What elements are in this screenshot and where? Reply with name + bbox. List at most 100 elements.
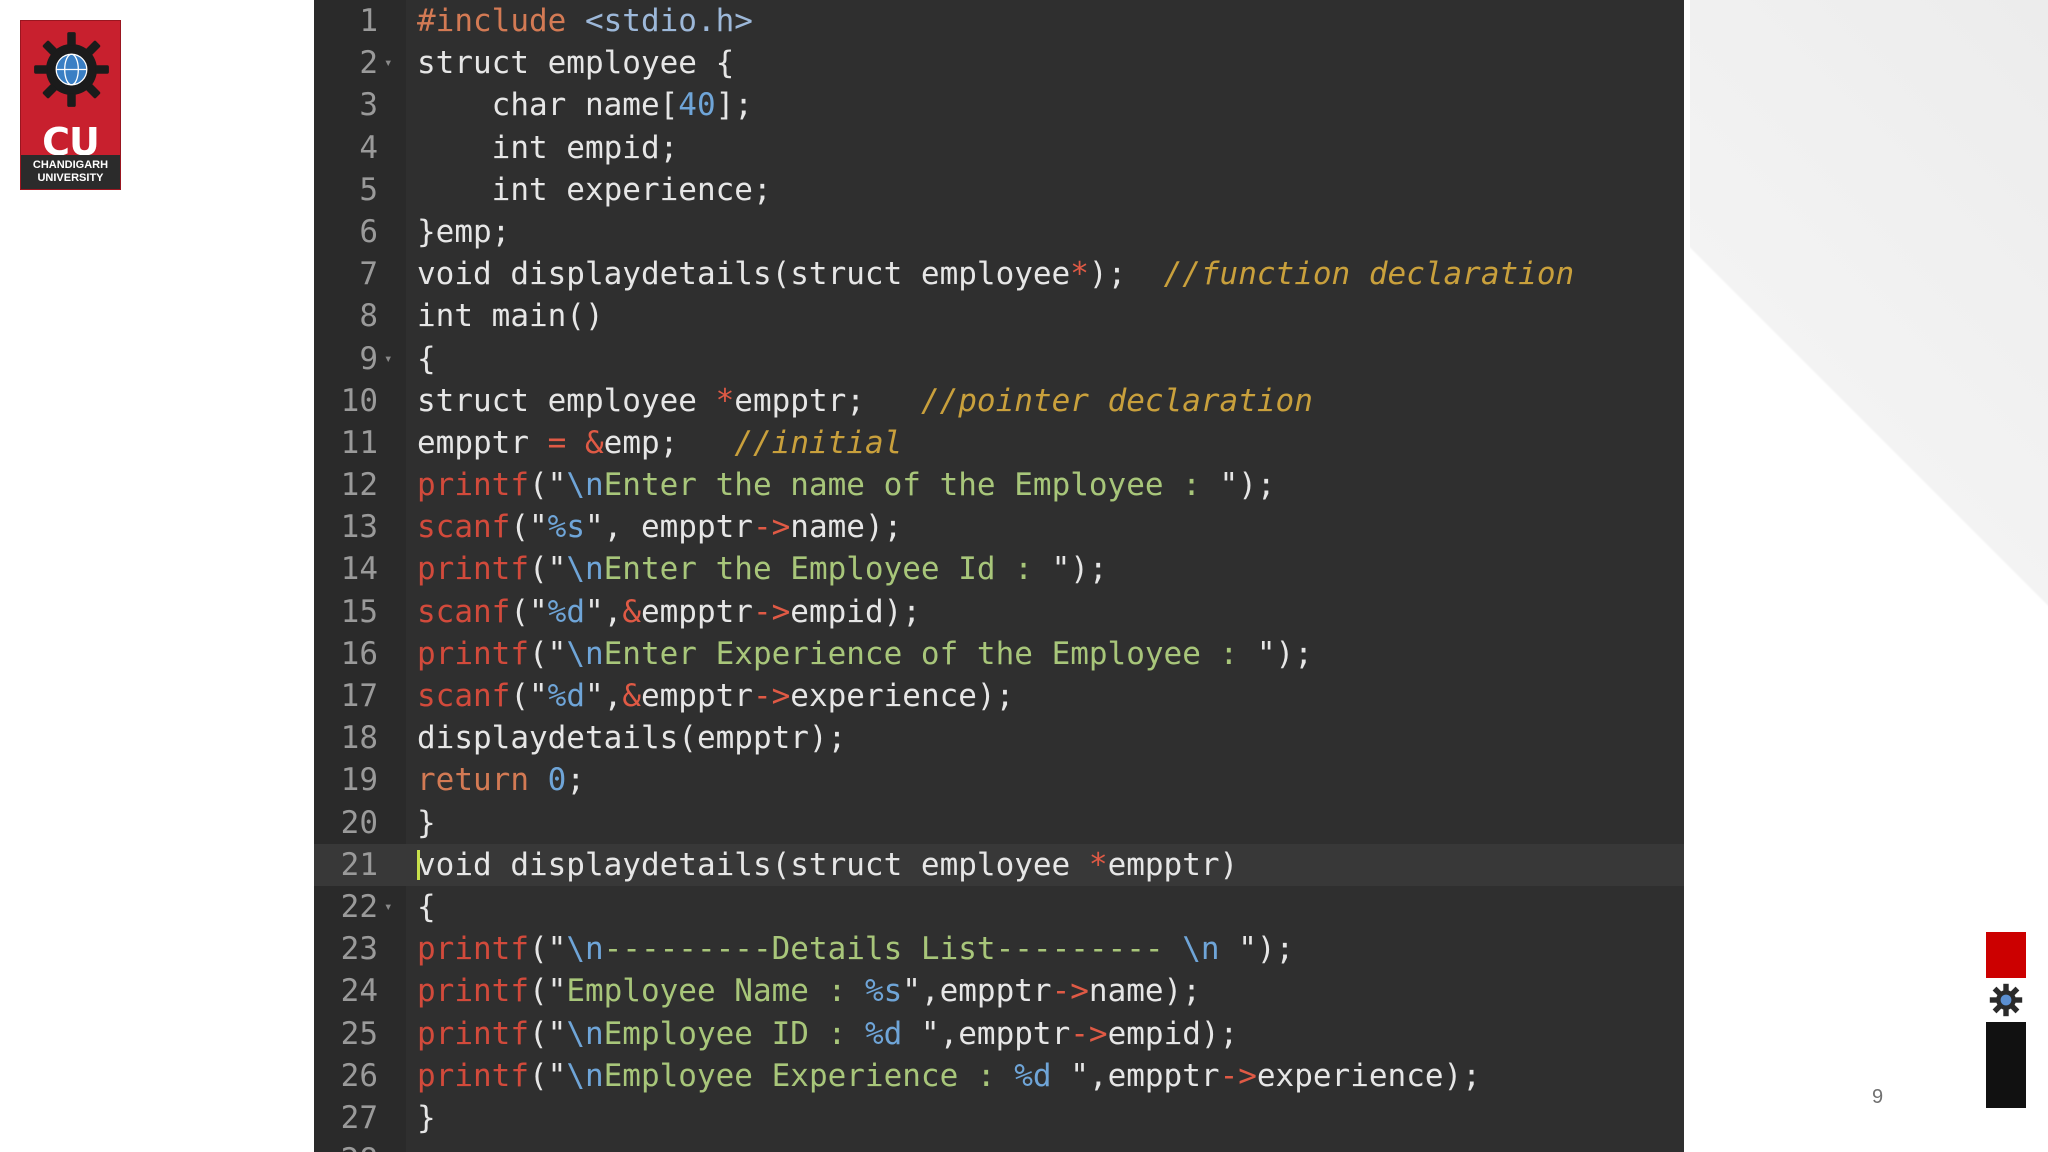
code-token: &	[622, 593, 641, 630]
fold-arrow-icon[interactable]: ▾	[384, 886, 392, 928]
code-token: char name[	[417, 87, 679, 124]
code-line-28[interactable]: 28	[314, 1139, 1684, 1152]
code-text: struct employee *empptr; //pointer decla…	[417, 380, 1313, 422]
code-token: void displaydetails(struct employee	[417, 846, 1089, 883]
code-line-17[interactable]: 17 scanf("%d",&empptr->experience);	[314, 675, 1684, 717]
code-token: Enter the Employee Id :	[603, 551, 1052, 588]
code-token: *	[1088, 846, 1108, 883]
code-line-18[interactable]: 18 displaydetails(empptr);	[314, 717, 1684, 759]
code-line-26[interactable]: 26 printf("\nEmployee Experience : %d ",e…	[314, 1055, 1684, 1097]
code-token: %s	[547, 509, 585, 546]
line-number: 1	[359, 3, 378, 39]
code-text: int experience;	[417, 169, 772, 211]
code-token: empptr)	[1107, 846, 1239, 883]
code-token: int empid;	[417, 129, 679, 166]
code-token: printf	[417, 551, 529, 588]
line-number: 2	[359, 45, 378, 82]
code-line-5[interactable]: 5 int experience;	[314, 169, 1684, 211]
code-text: void displaydetails(struct employee*); /…	[417, 253, 1574, 295]
code-token: empptr	[640, 678, 753, 714]
code-line-12[interactable]: 12 printf("\nEnter the name of the Employ…	[314, 464, 1684, 506]
fold-arrow-icon[interactable]: ▾	[384, 338, 392, 380]
code-token: struct employee {	[417, 45, 735, 82]
code-token: 40	[678, 87, 716, 124]
code-token: empptr	[417, 424, 548, 461]
text-cursor	[417, 849, 420, 880]
line-number: 21	[340, 846, 378, 883]
line-number: 28	[314, 1139, 378, 1152]
code-token: ("	[528, 1015, 567, 1052]
code-token: &	[622, 678, 641, 714]
code-text: int empid;	[417, 127, 679, 169]
line-number: 11	[340, 424, 378, 461]
code-text: {	[417, 338, 436, 380]
code-line-19[interactable]: 19 return 0;	[314, 759, 1684, 801]
code-line-22[interactable]: 22 ▾ {	[314, 886, 1684, 928]
gear-globe-logo-icon	[34, 32, 109, 107]
code-token: *	[1070, 256, 1089, 293]
code-token: %d	[864, 1015, 903, 1052]
code-token: printf	[417, 931, 529, 968]
code-line-27[interactable]: 27}	[314, 1097, 1684, 1139]
code-line-4[interactable]: 4 int empid;	[314, 127, 1684, 169]
code-token: 0	[547, 762, 567, 799]
code-token: empptr	[640, 593, 753, 630]
code-line-9[interactable]: 9 ▾ {	[314, 338, 1684, 380]
code-token: %s	[864, 973, 903, 1010]
code-token: ");	[1219, 467, 1276, 504]
code-token: Employee ID :	[603, 1015, 865, 1052]
code-token: {	[417, 888, 436, 925]
code-token: ->	[1051, 973, 1089, 1010]
code-token: Enter the name of the Employee :	[603, 467, 1220, 504]
code-line-6[interactable]: 6}emp;	[314, 211, 1684, 253]
code-token: ("	[528, 635, 567, 672]
line-number: 12	[340, 467, 378, 504]
code-line-20[interactable]: 20}	[314, 802, 1684, 844]
logo-name-line1: CHANDIGARH	[32, 159, 109, 171]
code-token: //pointer declaration	[920, 382, 1313, 419]
code-token: experience);	[1256, 1057, 1481, 1094]
code-line-13[interactable]: 13 scanf("%s", empptr->name);	[314, 506, 1684, 548]
code-line-16[interactable]: 16 printf("\nEnter Experience of the Empl…	[314, 633, 1684, 675]
code-line-10[interactable]: 10 struct employee *empptr; //pointer dec…	[314, 380, 1684, 422]
code-line-3[interactable]: 3 char name[40];	[314, 84, 1684, 126]
code-line-14[interactable]: 14 printf("\nEnter the Employee Id : ");	[314, 548, 1684, 590]
code-token: \n	[1182, 931, 1220, 968]
code-line-11[interactable]: 11 empptr = &emp; //initial	[314, 422, 1684, 464]
fold-arrow-icon[interactable]: ▾	[384, 42, 392, 84]
code-line-24[interactable]: 24 printf("Employee Name : %s",empptr->na…	[314, 970, 1684, 1012]
code-line-21[interactable]: 21 void displaydetails(struct employee *e…	[314, 843, 1684, 886]
code-line-7[interactable]: 7 void displaydetails(struct employee*); …	[314, 253, 1684, 295]
code-token: \n	[566, 1057, 604, 1094]
code-token: }	[417, 804, 436, 841]
code-token: );	[1088, 256, 1164, 293]
code-token: ("	[528, 931, 567, 968]
code-text: printf("\nEnter the Employee Id : ");	[417, 548, 1108, 590]
code-token: \n	[566, 635, 604, 672]
code-text: printf("\nEmployee ID : %d ",empptr->emp…	[417, 1013, 1238, 1055]
code-line-23[interactable]: 23 printf("\n---------Details List-------…	[314, 928, 1684, 970]
code-token: ",empptr	[902, 973, 1052, 1010]
code-token: ->	[1070, 1015, 1108, 1052]
code-line-8[interactable]: 8 int main()	[314, 295, 1684, 337]
code-token: empptr;	[734, 382, 921, 419]
code-text: }emp;	[417, 211, 510, 253]
code-token: empid);	[790, 593, 921, 630]
code-token: ",	[584, 678, 623, 714]
code-token: #include	[417, 3, 585, 39]
code-line-1[interactable]: 1 #include <stdio.h>	[314, 0, 1684, 42]
line-number: 5	[359, 171, 378, 208]
code-text: empptr = &emp; //initial	[417, 422, 902, 464]
code-line-25[interactable]: 25 printf("\nEmployee ID : %d ",empptr->e…	[314, 1013, 1684, 1055]
code-line-15[interactable]: 15 scanf("%d",&empptr->empid);	[314, 591, 1684, 633]
code-token: }emp;	[417, 213, 511, 250]
code-token: emp;	[603, 424, 735, 461]
code-editor[interactable]: 1 #include <stdio.h> 2 ▾ struct employee {3 …	[314, 0, 1684, 1152]
code-token: ("	[510, 509, 548, 546]
code-token: Enter Experience of the Employee :	[603, 635, 1257, 672]
code-token: *	[715, 382, 735, 419]
code-token: ",	[584, 593, 623, 630]
code-line-2[interactable]: 2 ▾ struct employee {	[314, 42, 1684, 84]
code-area[interactable]: 1 #include <stdio.h> 2 ▾ struct employee {3 …	[314, 0, 1684, 1152]
code-token: =	[547, 424, 567, 461]
